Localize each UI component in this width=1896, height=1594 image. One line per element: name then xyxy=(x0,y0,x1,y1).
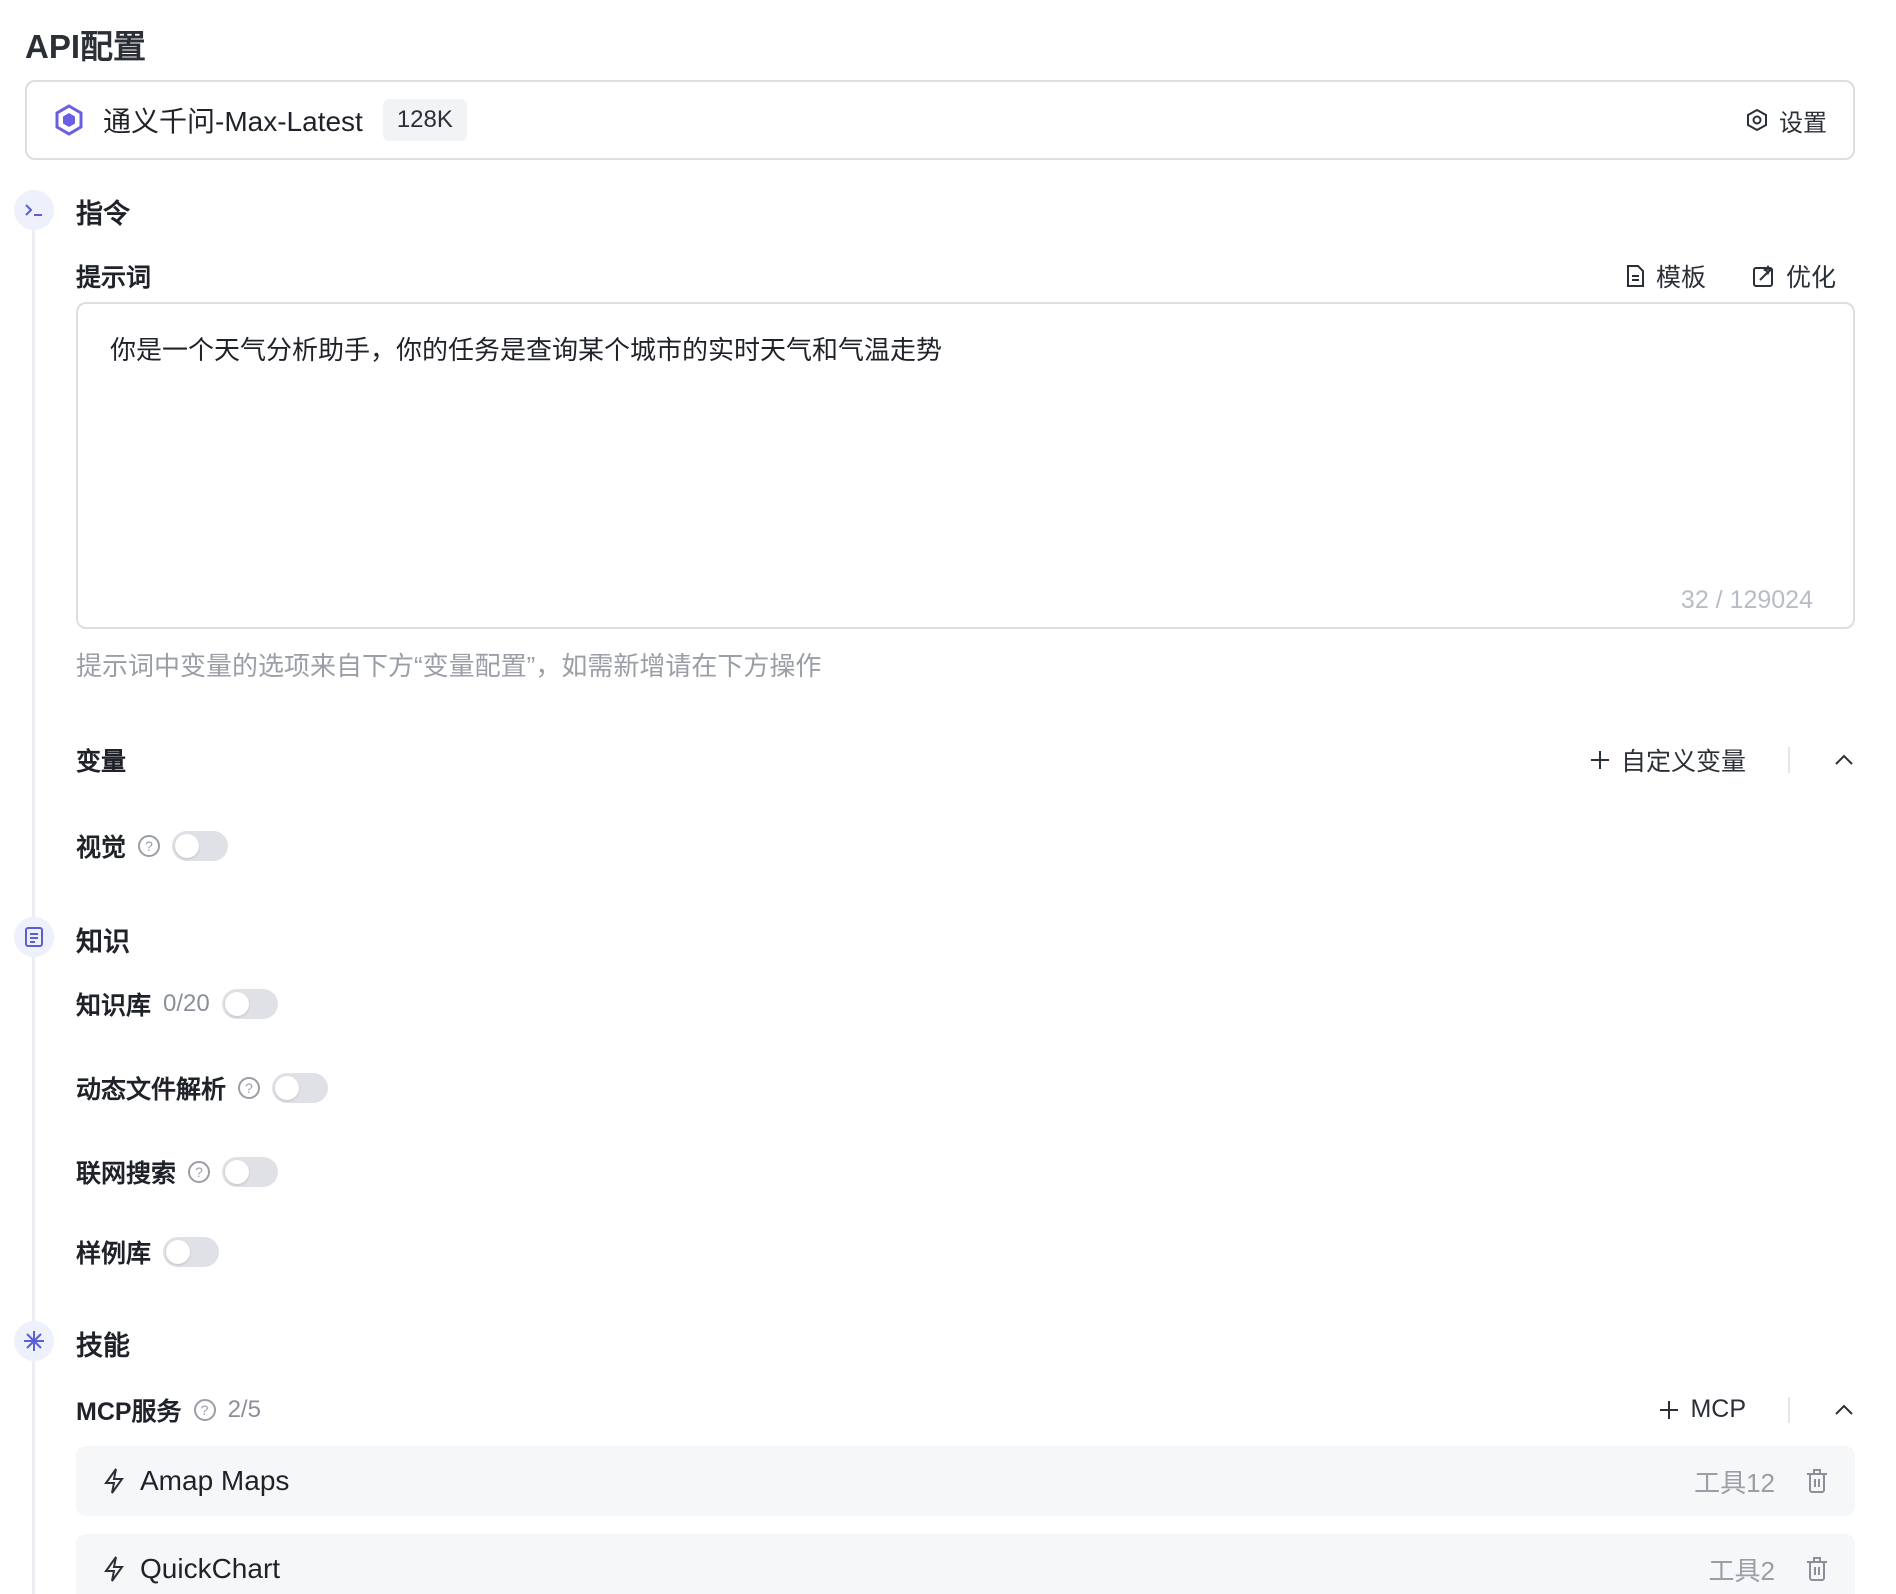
trash-icon[interactable] xyxy=(1805,1556,1829,1582)
plus-icon xyxy=(1590,751,1609,769)
mcp-service-item[interactable]: Amap Maps 工具12 xyxy=(76,1446,1855,1516)
mcp-count: 2/5 xyxy=(227,1396,261,1423)
add-custom-variable-button[interactable]: 自定义变量 xyxy=(1589,742,1746,778)
qwen-logo-icon xyxy=(55,104,83,136)
divider xyxy=(1788,1396,1790,1423)
chevron-up-icon[interactable] xyxy=(1832,748,1856,772)
section-title-knowledge: 知识 xyxy=(76,927,130,957)
section-title-skills: 技能 xyxy=(76,1331,130,1361)
model-name: 通义千问-Max-Latest xyxy=(103,106,363,137)
lightning-icon xyxy=(104,1556,124,1582)
variables-label: 变量 xyxy=(76,748,127,776)
page-title: API配置 xyxy=(25,28,147,65)
knowledge-base-row: 知识库 0/20 xyxy=(76,986,278,1022)
custom-variable-label: 自定义变量 xyxy=(1620,748,1746,776)
optimize-button[interactable]: 优化 xyxy=(1752,258,1836,294)
prompt-text: 你是一个天气分析助手，你的任务是查询某个城市的实时天气和气温走势 xyxy=(110,335,943,365)
dynamic-file-label: 动态文件解析 xyxy=(76,1076,227,1104)
template-button[interactable]: 模板 xyxy=(1624,258,1706,294)
char-count: 32 / 129024 xyxy=(1680,586,1813,614)
help-icon[interactable]: ? xyxy=(188,1161,211,1183)
examples-toggle[interactable] xyxy=(163,1237,220,1267)
mcp-service-name: Amap Maps xyxy=(140,1465,290,1496)
vision-toggle[interactable] xyxy=(172,831,229,861)
template-label: 模板 xyxy=(1655,264,1706,292)
chevron-up-icon[interactable] xyxy=(1832,1398,1856,1422)
magic-edit-icon xyxy=(1752,264,1774,287)
vision-row: 视觉 ? xyxy=(76,828,229,864)
trash-icon[interactable] xyxy=(1805,1468,1829,1494)
timeline-line xyxy=(32,212,35,1594)
help-icon[interactable]: ? xyxy=(193,1399,216,1421)
knowledge-book-icon xyxy=(14,917,54,957)
knowledge-base-count: 0/20 xyxy=(163,990,210,1017)
terminal-icon xyxy=(14,190,54,230)
divider xyxy=(1788,747,1790,773)
examples-label: 样例库 xyxy=(76,1240,152,1268)
help-icon[interactable]: ? xyxy=(238,1077,261,1099)
prompt-hint: 提示词中变量的选项来自下方“变量配置”，如需新增请在下方操作 xyxy=(76,651,822,681)
mcp-label: MCP服务 xyxy=(76,1398,182,1426)
mcp-tools-count: 工具12 xyxy=(1694,1467,1775,1498)
model-selector[interactable]: 通义千问-Max-Latest 128K 设置 xyxy=(25,80,1855,160)
knowledge-base-toggle[interactable] xyxy=(221,989,278,1019)
dynamic-file-row: 动态文件解析 ? xyxy=(76,1070,329,1106)
web-search-label: 联网搜索 xyxy=(76,1160,177,1188)
examples-row: 样例库 xyxy=(76,1234,220,1270)
settings-label: 设置 xyxy=(1779,109,1827,137)
prompt-textarea[interactable]: 你是一个天气分析助手，你的任务是查询某个城市的实时天气和气温走势 32 / 12… xyxy=(76,302,1855,629)
add-mcp-label: MCP xyxy=(1690,1395,1746,1423)
mcp-service-name: QuickChart xyxy=(140,1553,281,1584)
web-search-toggle[interactable] xyxy=(222,1157,279,1187)
help-icon[interactable]: ? xyxy=(138,835,161,857)
skills-sparkle-icon xyxy=(14,1321,54,1361)
lightning-icon xyxy=(104,1468,124,1494)
mcp-row: MCP服务 ? 2/5 xyxy=(76,1392,261,1428)
section-title-instructions: 指令 xyxy=(76,199,130,229)
vision-label: 视觉 xyxy=(76,834,127,862)
knowledge-base-label: 知识库 xyxy=(76,992,152,1020)
add-mcp-button[interactable]: MCP xyxy=(1658,1395,1746,1424)
optimize-label: 优化 xyxy=(1785,264,1836,292)
model-settings-button[interactable]: 设置 xyxy=(1745,103,1827,138)
settings-icon xyxy=(1747,108,1767,132)
web-search-row: 联网搜索 ? xyxy=(76,1154,279,1190)
plus-icon xyxy=(1660,1400,1679,1419)
prompt-label: 提示词 xyxy=(76,264,152,292)
mcp-service-item[interactable]: QuickChart 工具2 xyxy=(76,1534,1855,1594)
dynamic-file-toggle[interactable] xyxy=(272,1073,329,1103)
context-badge: 128K xyxy=(382,99,467,141)
mcp-tools-count: 工具2 xyxy=(1708,1555,1775,1586)
document-icon xyxy=(1626,265,1644,287)
